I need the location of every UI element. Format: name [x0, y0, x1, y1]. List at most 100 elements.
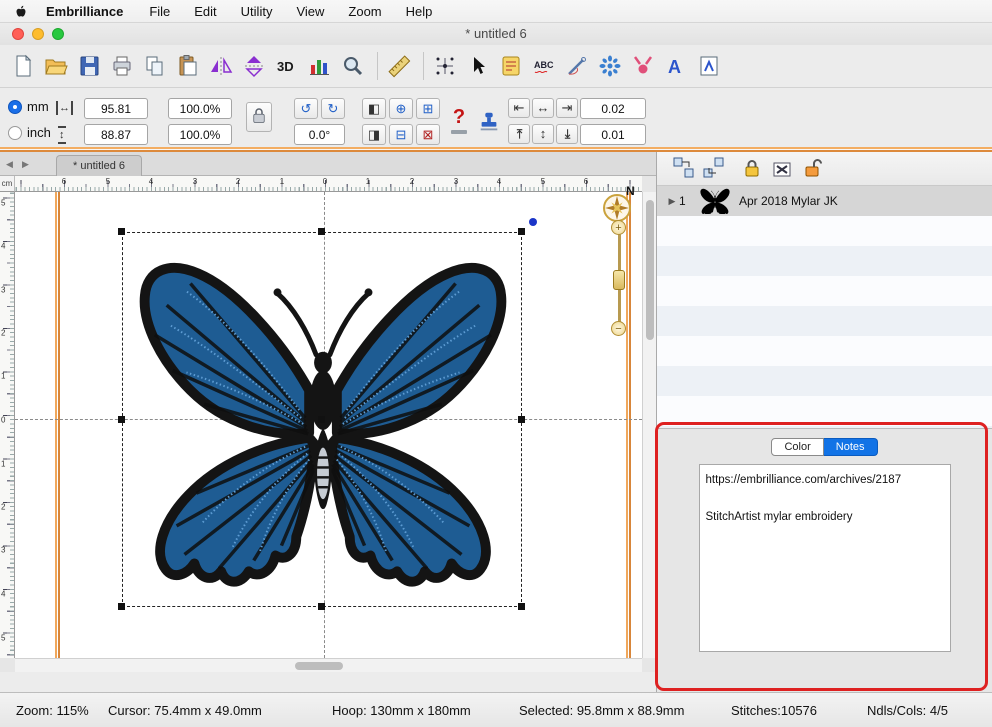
tab-color[interactable]: Color [771, 438, 823, 456]
status-stitches: Stitches:10576 [731, 703, 817, 718]
disclosure-triangle-icon[interactable]: ▶ [665, 196, 679, 207]
align-left-button[interactable]: ⇤ [508, 98, 530, 118]
density-bottom-input[interactable] [580, 124, 646, 145]
align-middle-v-button[interactable]: ↕ [532, 124, 554, 144]
design-properties-button[interactable] [496, 50, 526, 82]
design-canvas[interactable]: N + − [15, 192, 642, 658]
align-bottom-button[interactable]: ⇥ [556, 124, 578, 144]
grid-toggle-button[interactable]: ⊞ [416, 98, 440, 119]
selection-handle-sw[interactable] [118, 603, 125, 610]
selection-handle-s[interactable] [318, 603, 325, 610]
paste-button[interactable] [173, 50, 203, 82]
rotation-input[interactable] [294, 124, 345, 145]
title-bar: * untitled 6 [0, 23, 992, 46]
unit-inch-option[interactable]: inch [8, 125, 51, 140]
outline-view-button[interactable]: ◨ [362, 124, 386, 145]
tab-scroll-left[interactable]: ◀ [6, 159, 13, 170]
horizontal-scroll-thumb[interactable] [295, 662, 343, 670]
rotate-ccw-button[interactable]: ↺ [294, 98, 318, 119]
selection-handle-nw[interactable] [118, 228, 125, 235]
selection-handle-ne[interactable] [518, 228, 525, 235]
vertical-scrollbar[interactable] [642, 192, 656, 658]
zoom-slider-handle[interactable] [613, 270, 625, 290]
radio-inch[interactable] [8, 126, 22, 140]
height-input[interactable] [84, 124, 148, 145]
vertical-scroll-thumb[interactable] [646, 200, 654, 340]
selection-handle-center[interactable] [318, 416, 325, 423]
align-top-button[interactable]: ⇤ [508, 124, 530, 144]
design-carousel-button[interactable] [595, 50, 625, 82]
apple-menu[interactable] [14, 4, 28, 19]
open-button[interactable] [41, 50, 71, 82]
selection-handle-n[interactable] [318, 228, 325, 235]
width-percent-input[interactable] [168, 98, 232, 119]
delete-object-button[interactable] [769, 156, 795, 182]
design-carousel-icon [598, 54, 622, 78]
height-percent-input[interactable] [168, 124, 232, 145]
selection-handle-se[interactable] [518, 603, 525, 610]
merge-design-button[interactable] [628, 50, 658, 82]
object-row[interactable]: ▶ 1 Apr 2018 Mylar JK [657, 186, 992, 216]
letter-a-icon: A [664, 54, 688, 78]
menu-zoom[interactable]: Zoom [348, 4, 381, 19]
width-input[interactable] [84, 98, 148, 119]
sequence-group-button[interactable] [701, 156, 727, 182]
tab-scroll-right[interactable]: ▶ [22, 159, 29, 170]
selection-handle-w[interactable] [118, 416, 125, 423]
remove-overlap-button[interactable]: ⊠ [416, 124, 440, 145]
sequence-order-button[interactable] [671, 156, 697, 182]
zoom-icon [341, 54, 365, 78]
notes-textarea[interactable]: https://embrilliance.com/archives/2187 S… [699, 464, 951, 652]
menu-utility[interactable]: Utility [241, 4, 273, 19]
radio-mm[interactable] [8, 100, 22, 114]
tab-notes[interactable]: Notes [824, 438, 878, 456]
ruler-number: 1 [1, 372, 5, 381]
toolbar-separator [423, 52, 424, 80]
copy-button[interactable] [140, 50, 170, 82]
menu-help[interactable]: Help [406, 4, 433, 19]
thread-colors-button[interactable] [305, 50, 335, 82]
unlock-object-button[interactable] [799, 156, 825, 182]
aspect-lock-button[interactable] [246, 102, 272, 132]
menu-edit[interactable]: Edit [194, 4, 216, 19]
canvas-zoom-slider: + − [610, 220, 628, 336]
selection-handle-e[interactable] [518, 416, 525, 423]
new-document-button[interactable] [8, 50, 38, 82]
lettering-abc-icon: ABC [532, 54, 556, 78]
zoom-in-button[interactable]: + [611, 220, 626, 235]
stitch-estimator-button[interactable]: ? [446, 96, 472, 138]
save-button[interactable] [74, 50, 104, 82]
lettering-button[interactable]: ABC [529, 50, 559, 82]
fit-hoop-button[interactable]: ⊕ [389, 98, 413, 119]
measure-button[interactable] [384, 50, 414, 82]
stamp-icon [477, 110, 501, 134]
document-tab[interactable]: * untitled 6 [56, 155, 142, 176]
print-button[interactable] [107, 50, 137, 82]
monogram-button[interactable] [694, 50, 724, 82]
unit-mm-option[interactable]: mm [8, 99, 49, 114]
density-top-input[interactable] [580, 98, 646, 119]
rotation-handle[interactable] [529, 218, 537, 226]
stitch-points-button[interactable] [430, 50, 460, 82]
zoom-tool-button[interactable] [338, 50, 368, 82]
contrast-view-button[interactable]: ◧ [362, 98, 386, 119]
flip-vertical-button[interactable] [239, 50, 269, 82]
compress-stitches-button[interactable]: ⊟ [389, 124, 413, 145]
measure-ruler-icon [387, 54, 411, 78]
flip-horizontal-button[interactable] [206, 50, 236, 82]
app-menu[interactable]: Embrilliance [46, 4, 123, 19]
menu-file[interactable]: File [149, 4, 170, 19]
rotate-cw-button[interactable]: ↻ [321, 98, 345, 119]
letter-a-button[interactable]: A [661, 50, 691, 82]
horizontal-scrollbar[interactable] [15, 658, 642, 672]
needle-thread-button[interactable] [562, 50, 592, 82]
window-title: * untitled 6 [0, 26, 992, 41]
stamp-tool-button[interactable] [476, 96, 502, 138]
zoom-out-button[interactable]: − [611, 321, 626, 336]
menu-view[interactable]: View [296, 4, 324, 19]
align-center-h-button[interactable]: ↔ [532, 98, 554, 118]
align-right-button[interactable]: ⇥ [556, 98, 578, 118]
select-arrow-button[interactable] [463, 50, 493, 82]
3d-view-button[interactable]: 3D [272, 50, 302, 82]
lock-object-button[interactable] [739, 156, 765, 182]
